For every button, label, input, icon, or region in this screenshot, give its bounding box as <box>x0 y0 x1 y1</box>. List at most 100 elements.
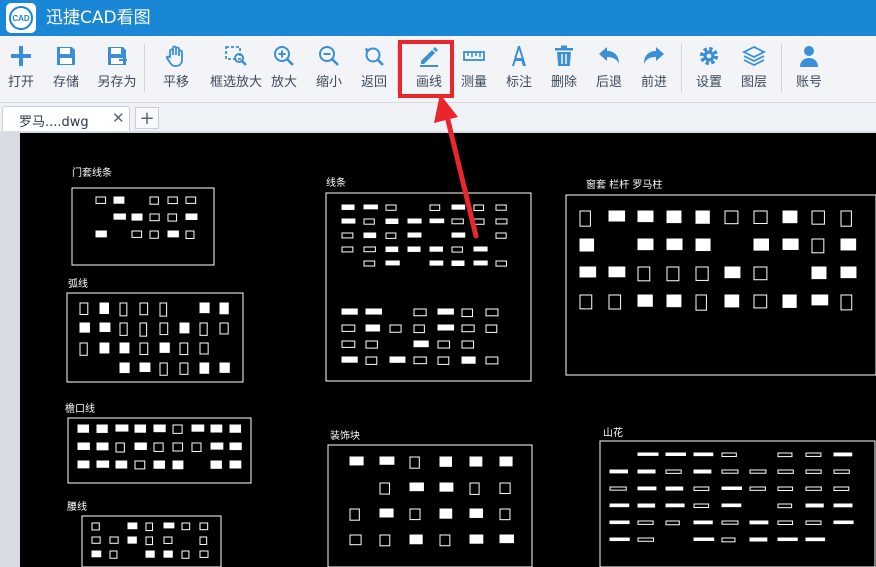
cad-detail <box>833 503 853 508</box>
drawing-canvas[interactable]: 门套线条 线条 窗套 栏杆 罗马柱 弧线 檐口线 装饰块 山花 腰线 <box>20 133 876 567</box>
cad-detail <box>777 486 794 491</box>
cad-detail <box>385 246 399 253</box>
cad-detail <box>609 520 630 525</box>
app-logo: CAD <box>6 3 36 33</box>
cad-detail <box>179 362 189 375</box>
canvas-area: 门套线条 线条 窗套 栏杆 罗马柱 弧线 檐口线 装饰块 山花 腰线 <box>0 131 876 567</box>
cad-detail <box>805 520 822 525</box>
cad-detail <box>637 210 654 223</box>
cad-detail <box>485 356 499 365</box>
save-as-button[interactable]: 另存为 <box>94 42 140 96</box>
close-icon[interactable]: ✕ <box>112 109 125 127</box>
cad-detail <box>579 266 597 278</box>
delete-button[interactable]: 删除 <box>541 42 587 96</box>
cad-detail <box>167 213 178 222</box>
cad-detail <box>777 520 794 525</box>
cad-detail <box>389 324 402 333</box>
cad-detail <box>439 534 451 547</box>
cad-detail <box>579 294 593 310</box>
cad-detail <box>811 210 825 225</box>
zoom-in-icon <box>274 46 294 66</box>
open-label: 打开 <box>7 75 34 90</box>
redo-button[interactable]: 前进 <box>631 42 677 96</box>
cad-detail <box>219 322 229 335</box>
zoom-in-label: 放大 <box>270 75 297 90</box>
cad-detail <box>109 550 118 559</box>
cad-detail <box>341 204 355 210</box>
cad-detail <box>185 230 195 239</box>
pan-button[interactable]: 平移 <box>153 42 199 96</box>
cad-detail <box>461 356 476 364</box>
cad-detail <box>469 534 484 544</box>
open-button[interactable]: 打开 <box>0 42 44 96</box>
cad-detail <box>115 460 128 469</box>
cad-detail <box>409 534 423 545</box>
cad-detail <box>77 460 90 469</box>
cad-detail <box>695 266 709 281</box>
cad-detail <box>145 550 155 558</box>
layers-icon <box>742 45 766 67</box>
cad-detail <box>159 322 169 336</box>
delete-label: 删除 <box>550 75 577 90</box>
cad-detail <box>811 238 825 254</box>
cad-detail <box>379 456 395 465</box>
cad-detail <box>695 238 711 252</box>
cad-detail <box>833 486 850 491</box>
section-label: 腰线 <box>67 500 87 513</box>
cad-detail <box>91 550 102 558</box>
cad-detail <box>149 213 160 222</box>
tab-drawing[interactable]: 罗马....dwg ✕ <box>2 106 130 131</box>
zoom-back-icon <box>365 47 384 66</box>
account-button[interactable]: 账号 <box>786 42 832 96</box>
cad-detail <box>181 550 190 559</box>
cad-detail <box>341 308 358 315</box>
cad-detail <box>199 322 208 336</box>
cad-detail <box>485 324 498 333</box>
gear-icon <box>700 47 718 65</box>
window-zoom-button[interactable]: 框选放大 <box>210 42 262 96</box>
cad-detail <box>219 362 230 373</box>
annotate-button[interactable]: 标注 <box>496 42 542 96</box>
zoom-in-button[interactable]: 放大 <box>261 42 307 96</box>
save-button[interactable]: 存储 <box>43 42 89 96</box>
save-as-label: 另存为 <box>97 75 137 90</box>
cad-detail <box>407 246 421 252</box>
cad-detail <box>724 294 740 308</box>
cad-detail <box>199 302 210 314</box>
cad-detail <box>840 294 853 311</box>
cad-detail <box>777 503 793 509</box>
section-label: 窗套 栏杆 罗马柱 <box>586 178 662 191</box>
cad-detail <box>637 486 657 491</box>
cad-detail <box>109 536 119 544</box>
cad-detail <box>409 482 424 492</box>
zoom-out-icon <box>319 46 339 66</box>
layers-button[interactable]: 图层 <box>731 42 777 96</box>
cad-detail <box>365 356 378 365</box>
cad-detail <box>409 456 420 469</box>
cad-detail <box>145 522 154 532</box>
cad-detail <box>153 424 166 433</box>
cad-detail <box>96 424 108 433</box>
cad-detail <box>172 460 184 470</box>
zoom-out-button[interactable]: 缩小 <box>306 42 352 96</box>
annotate-label: 标注 <box>505 75 532 90</box>
settings-button[interactable]: 设置 <box>686 42 732 96</box>
back-label: 返回 <box>360 75 387 90</box>
cad-detail <box>805 452 822 457</box>
cad-detail <box>461 340 475 349</box>
back-button[interactable]: 返回 <box>351 42 397 96</box>
measure-label: 测量 <box>460 75 487 90</box>
cad-detail <box>349 508 360 521</box>
cad-detail <box>159 342 170 353</box>
draw-line-highlight <box>398 40 454 98</box>
cad-detail <box>191 442 202 453</box>
measure-button[interactable]: 测量 <box>451 42 497 96</box>
undo-button[interactable]: 后退 <box>586 42 632 96</box>
cad-detail <box>469 456 483 467</box>
cad-detail <box>139 362 151 373</box>
cad-detail <box>145 536 154 546</box>
add-tab-button[interactable]: + <box>135 107 159 129</box>
cad-detail <box>77 424 89 433</box>
cad-detail <box>134 460 146 470</box>
cad-detail <box>389 356 406 363</box>
